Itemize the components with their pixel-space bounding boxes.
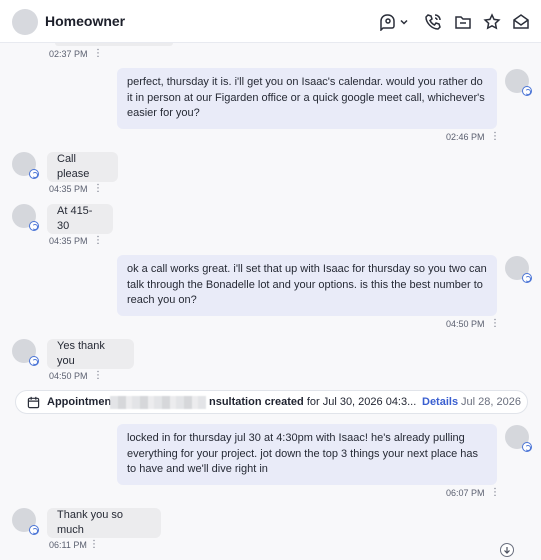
message-bubble-incoming — [55, 43, 173, 46]
message-text: Yes thank you — [57, 339, 105, 368]
message-timestamp: 02:46 PM — [446, 132, 485, 142]
message-menu-icon[interactable]: ⋮ — [93, 48, 103, 59]
event-details-link[interactable]: Details — [422, 396, 458, 408]
folder-icon[interactable] — [452, 11, 474, 33]
message-bubble-outgoing: ok a call works great. i'll set that up … — [117, 255, 497, 316]
message-bubble-outgoing: locked in for thursday jul 30 at 4:30pm … — [117, 424, 497, 485]
event-detail: for Jul 30, 2026 04:3... — [306, 396, 417, 408]
message-bubble-outgoing: perfect, thursday it is. i'll get you on… — [117, 68, 497, 129]
event-label-end: nsultation created — [209, 396, 304, 408]
message-bubble-incoming: Call please — [47, 152, 118, 182]
agent-avatar — [505, 425, 532, 452]
message-text: ok a call works great. i'll set that up … — [127, 263, 487, 306]
channel-icon — [29, 525, 39, 535]
message-bubble-incoming: Yes thank you — [47, 339, 134, 369]
contact-avatar — [12, 204, 39, 231]
phone-icon[interactable] — [422, 11, 444, 33]
event-label: Appointment — [47, 396, 115, 408]
message-timestamp: 04:35 PM — [49, 236, 88, 246]
message-menu-icon[interactable]: ⋮ — [490, 131, 500, 142]
star-icon[interactable] — [481, 11, 503, 33]
channel-icon — [522, 442, 532, 452]
conversation-header: Homeowner — [0, 0, 541, 43]
arrow-down-icon — [504, 547, 510, 554]
mail-open-icon[interactable] — [510, 11, 532, 33]
contact-avatar — [12, 152, 39, 179]
channel-icon — [522, 86, 532, 96]
channel-icon — [522, 273, 532, 283]
agent-avatar — [505, 69, 532, 96]
message-timestamp: 06:11 PM — [49, 540, 87, 550]
calendar-icon — [27, 396, 40, 409]
scroll-to-bottom-button[interactable] — [500, 543, 514, 557]
message-text: locked in for thursday jul 30 at 4:30pm … — [127, 432, 478, 475]
chat-assign-icon[interactable] — [377, 11, 399, 33]
message-bubble-incoming: Thank you so much — [47, 508, 161, 538]
message-text: Call please — [57, 152, 90, 181]
contact-avatar — [12, 339, 39, 366]
appointment-event-row: Appointment nsultation created for Jul 3… — [15, 390, 528, 414]
message-menu-icon[interactable]: ⋮ — [93, 183, 103, 194]
channel-icon — [29, 356, 39, 366]
message-text: Thank you so much — [57, 508, 124, 537]
message-timestamp: 06:07 PM — [446, 488, 485, 498]
message-menu-icon[interactable]: ⋮ — [93, 370, 103, 381]
message-timestamp: 04:35 PM — [49, 184, 88, 194]
contact-name[interactable]: Homeowner — [45, 13, 125, 29]
message-bubble-incoming: At 415-30 — [47, 204, 113, 234]
message-menu-icon[interactable]: ⋮ — [490, 487, 500, 498]
redacted-text — [110, 396, 206, 409]
contact-avatar — [12, 508, 39, 535]
message-menu-icon[interactable]: ⋮ — [490, 318, 500, 329]
message-timestamp: 04:50 PM — [446, 319, 485, 329]
chevron-down-icon[interactable] — [397, 11, 411, 33]
channel-icon — [29, 221, 39, 231]
channel-icon — [29, 169, 39, 179]
message-menu-icon[interactable]: ⋮ — [93, 235, 103, 246]
message-menu-icon[interactable]: ⋮ — [89, 539, 99, 550]
event-date: Jul 28, 2026 — [461, 396, 521, 408]
agent-avatar — [505, 256, 532, 283]
event-description: nsultation created for Jul 30, 2026 04:3… — [209, 396, 416, 408]
message-timestamp: 04:50 PM — [49, 371, 88, 381]
message-thread[interactable]: 02:37 PM ⋮ perfect, thursday it is. i'll… — [0, 43, 541, 560]
message-text: At 415-30 — [57, 204, 93, 233]
message-text: perfect, thursday it is. i'll get you on… — [127, 76, 485, 119]
message-timestamp: 02:37 PM — [49, 49, 88, 59]
contact-avatar[interactable] — [12, 9, 38, 35]
